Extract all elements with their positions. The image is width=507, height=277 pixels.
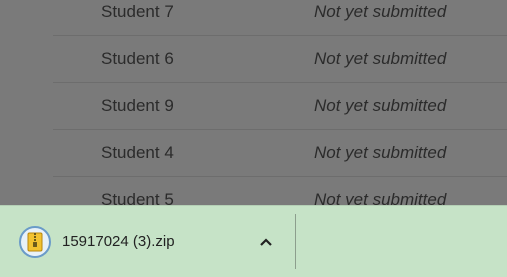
student-name[interactable]: Student 4 [101, 143, 174, 163]
list-item: Student 6 Not yet submitted [0, 36, 507, 83]
submission-list: Student 7 Not yet submitted Student 6 No… [0, 0, 507, 224]
zip-archive-icon [18, 225, 52, 259]
list-item: Student 7 Not yet submitted [0, 0, 507, 36]
download-bar: 15917024 (3).zip [0, 205, 507, 277]
submission-status: Not yet submitted [314, 143, 447, 162]
download-item[interactable]: 15917024 (3).zip [0, 206, 295, 277]
download-separator [295, 214, 296, 269]
submission-status: Not yet submitted [314, 49, 447, 68]
submission-status: Not yet submitted [314, 2, 447, 21]
submission-status: Not yet submitted [314, 96, 447, 115]
chevron-up-icon[interactable] [255, 231, 277, 253]
student-name[interactable]: Student 9 [101, 96, 174, 116]
list-item: Student 4 Not yet submitted [0, 130, 507, 177]
student-name[interactable]: Student 6 [101, 49, 174, 69]
student-name[interactable]: Student 7 [101, 2, 174, 22]
page: Student 7 Not yet submitted Student 6 No… [0, 0, 507, 277]
download-file-name: 15917024 (3).zip [62, 233, 175, 250]
list-item: Student 9 Not yet submitted [0, 83, 507, 130]
